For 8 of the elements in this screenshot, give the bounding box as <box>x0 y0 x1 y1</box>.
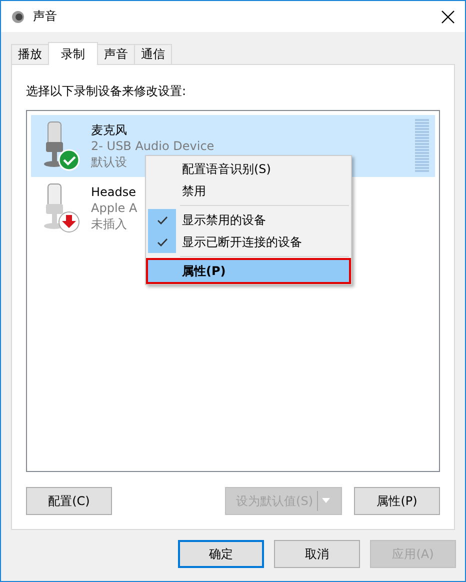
device-detail: 2- USB Audio Device <box>91 138 214 154</box>
instruction-text: 选择以下录制设备来修改设置: <box>26 83 188 100</box>
window-title: 声音 <box>33 8 58 25</box>
device-name: Headse <box>91 184 136 200</box>
device-name: 麦克风 <box>91 122 127 138</box>
device-detail: Apple A <box>91 200 138 216</box>
device-status: 未插入 <box>91 216 127 232</box>
device-status: 默认设 <box>91 154 127 170</box>
